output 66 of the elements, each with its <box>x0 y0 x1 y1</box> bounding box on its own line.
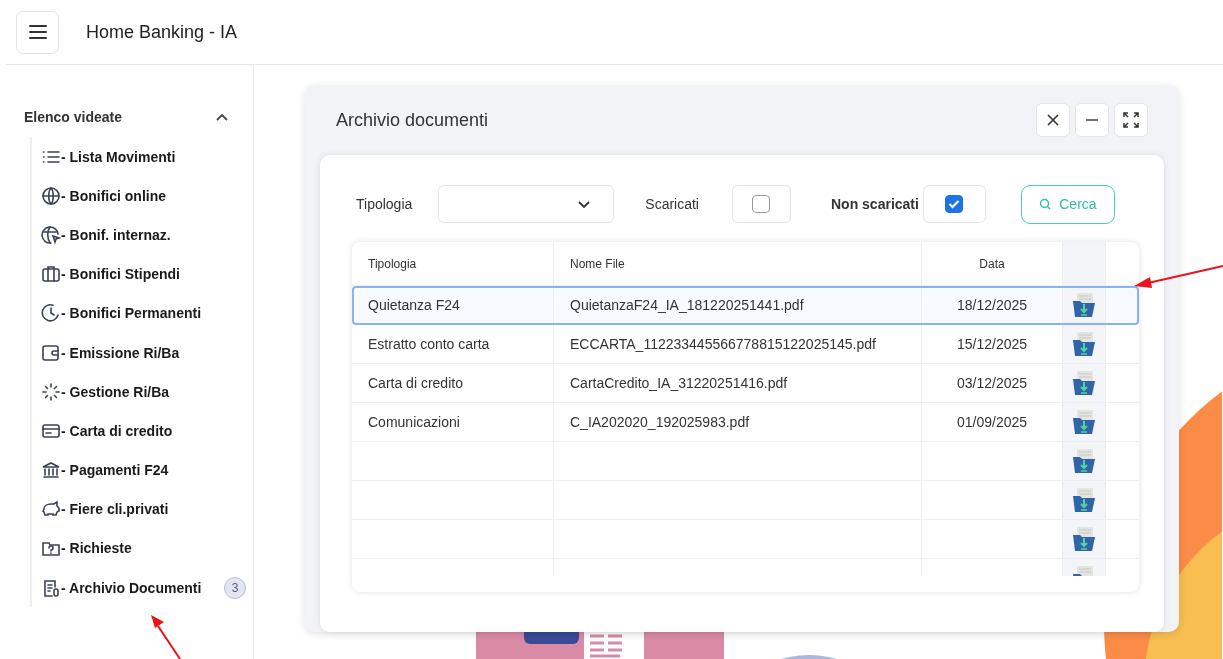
menu-item[interactable]: - Bonifici Stipendi <box>61 266 180 283</box>
table-row[interactable]: Quietanza F24 QuietanzaF24_IA_181220251441.pdf 18/12/2025 <box>352 286 1139 325</box>
folder-download-icon[interactable] <box>1070 486 1098 514</box>
globe-icon <box>41 185 61 206</box>
briefcase-icon <box>41 264 61 285</box>
maximize-button[interactable] <box>1114 103 1148 137</box>
menu-item[interactable]: - Bonifici Permanenti <box>61 305 202 322</box>
menu-item[interactable]: - Fiere cli.privati <box>61 501 169 518</box>
annotation-arrow <box>151 615 181 659</box>
menu-item[interactable]: - Pagamenti F24 <box>61 462 169 479</box>
table-cell: CartaCredito_IA_31220251416.pdf <box>570 375 788 391</box>
dialog-title: Archivio documenti <box>336 109 489 131</box>
checkmark-icon <box>948 199 961 209</box>
minimize-button[interactable] <box>1075 103 1109 137</box>
menu-item[interactable]: - Carta di credito <box>61 422 173 439</box>
folder-download-icon[interactable] <box>1070 525 1098 553</box>
close-icon <box>1046 113 1060 127</box>
filter-label: Non scaricati <box>831 196 919 212</box>
table-row[interactable]: Estratto conto carta ECCARTA_112233445566778815122025145.pdf 15/12/2025 <box>352 325 1139 364</box>
loader-icon <box>41 381 61 402</box>
chevron-down-icon <box>577 199 592 209</box>
table-cell: C_IA202020_192025983.pdf <box>570 414 750 430</box>
count-badge: 3 <box>224 576 246 599</box>
menu-item[interactable]: - Emissione Ri/Ba <box>61 344 180 361</box>
bank-icon <box>41 460 61 481</box>
table-cell: 18/12/2025 <box>956 297 1028 313</box>
menu-item[interactable]: - Bonifici online <box>61 187 166 204</box>
column-header: Tipologia <box>352 242 554 285</box>
column-header: Nome File <box>554 242 922 285</box>
close-button[interactable] <box>1036 103 1070 137</box>
app-title: Home Banking - IA <box>86 21 238 43</box>
table-cell: ECCARTA_112233445566778815122025145.pdf <box>570 336 876 352</box>
table-cell: Comunicazioni <box>368 414 460 430</box>
menu-item[interactable]: - Gestione Ri/Ba <box>61 383 170 400</box>
table-cell: Quietanza F24 <box>368 297 460 313</box>
expand-icon <box>1123 112 1139 128</box>
search-icon <box>1039 198 1052 210</box>
folder-download-icon[interactable] <box>1070 447 1098 475</box>
clock-icon <box>41 303 61 324</box>
section-title: Elenco videate <box>24 109 123 125</box>
menu-icon <box>28 25 47 39</box>
table-cell: 15/12/2025 <box>956 336 1028 352</box>
folder-download-icon[interactable] <box>1070 330 1098 358</box>
checkbox[interactable] <box>945 195 964 213</box>
table-row[interactable]: Comunicazioni C_IA202020_192025983.pdf 01/09/2025 <box>352 403 1139 442</box>
menu-item[interactable]: - Bonif. internaz. <box>61 226 171 243</box>
filter-label: Tipologia <box>356 196 413 212</box>
menu-item[interactable]: - Archivio Documenti <box>61 579 202 596</box>
table-cell: 03/12/2025 <box>956 375 1028 391</box>
document-icon <box>41 577 61 598</box>
table-cell: 01/09/2025 <box>956 414 1028 430</box>
chevron-icon[interactable] <box>215 112 229 122</box>
wallet-icon <box>41 342 61 363</box>
table-row[interactable]: Carta di credito CartaCredito_IA_31220251416.pdf 03/12/2025 <box>352 364 1139 403</box>
checkbox[interactable] <box>752 195 771 213</box>
table-cell: Carta di credito <box>368 375 463 391</box>
folder-download-icon[interactable] <box>1070 408 1098 436</box>
folder-download-icon[interactable] <box>1070 369 1098 397</box>
table-cell: QuietanzaF24_IA_181220251441.pdf <box>570 297 804 313</box>
filter-label: Scaricati <box>645 196 699 212</box>
table-cell: Estratto conto carta <box>368 336 490 352</box>
menu-item[interactable]: - Richieste <box>61 540 132 557</box>
folder-download-icon[interactable] <box>1070 291 1098 319</box>
globe-cursor-icon <box>41 224 61 245</box>
menu-button[interactable] <box>16 10 59 54</box>
menu-item[interactable]: - Lista Movimenti <box>61 148 176 165</box>
